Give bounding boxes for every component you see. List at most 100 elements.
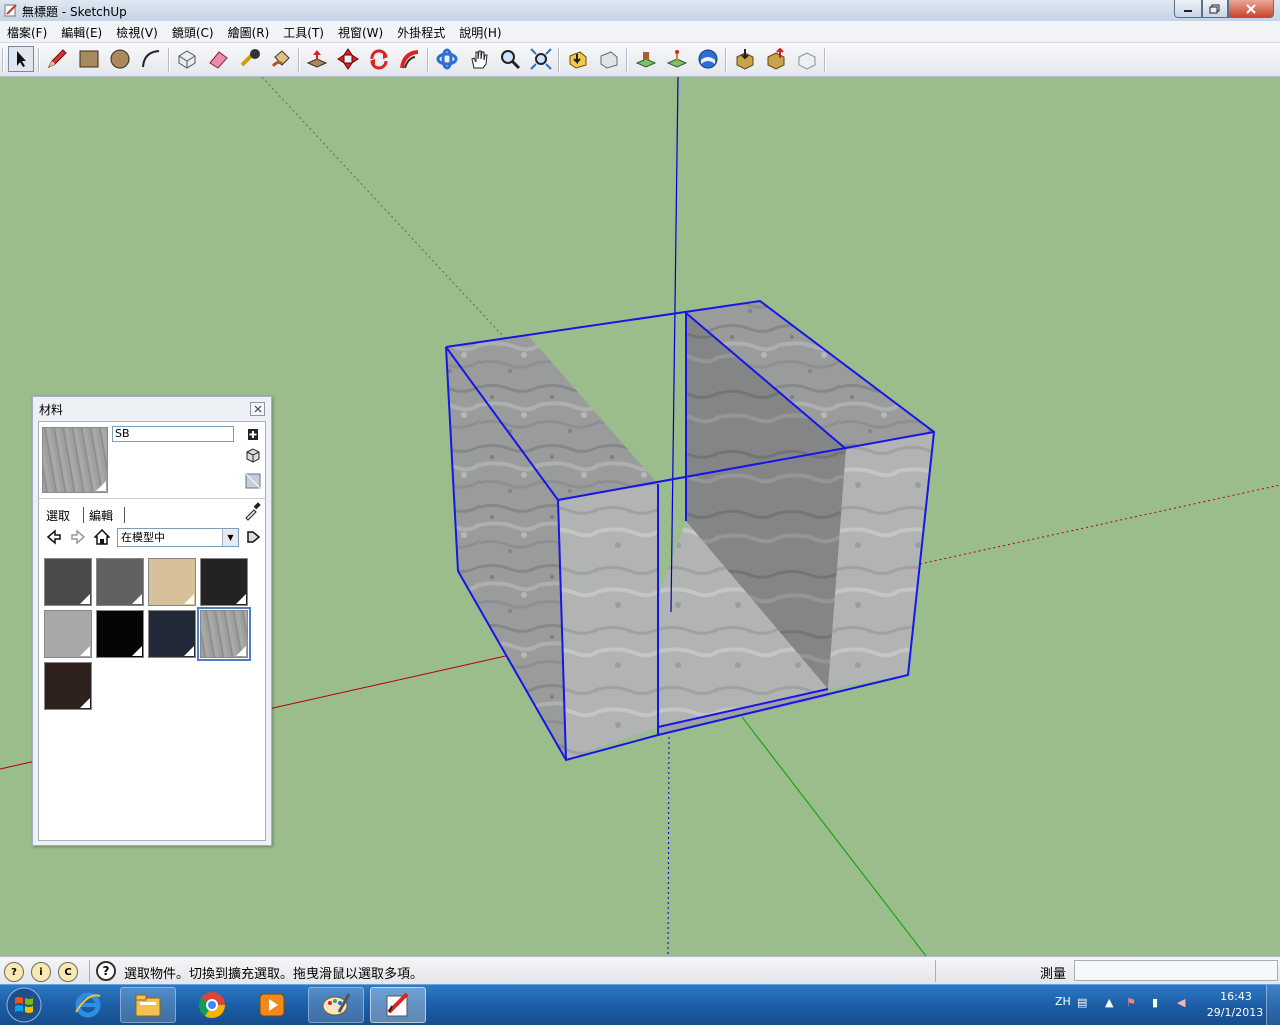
materials-tabs: 選取 編輯	[39, 498, 265, 523]
material-swatch[interactable]	[44, 610, 92, 658]
materials-panel: 材料 選取 編輯	[32, 396, 272, 846]
instructor-help-icon[interactable]: ?	[96, 961, 116, 981]
library-dropdown[interactable]: 在模型中 ▼	[117, 528, 239, 547]
push-pull-tool[interactable]	[304, 46, 330, 72]
zoom-tool[interactable]	[497, 46, 523, 72]
circle-icon	[110, 49, 130, 69]
user-account-icon[interactable]: C	[58, 962, 78, 982]
circle-tool[interactable]	[107, 46, 133, 72]
rotate-tool[interactable]	[366, 46, 392, 72]
menu-tools[interactable]: 工具(T)	[276, 21, 331, 42]
menu-help[interactable]: 說明(H)	[452, 21, 508, 42]
add-location-tool[interactable]	[633, 46, 659, 72]
measurements-input[interactable]	[1074, 960, 1278, 981]
left-wall-front-face[interactable]	[558, 484, 658, 760]
menu-window[interactable]: 視窗(W)	[331, 21, 390, 42]
move-tool[interactable]	[335, 46, 361, 72]
material-swatch-selected[interactable]	[197, 607, 251, 661]
materials-close-button[interactable]	[250, 402, 265, 416]
volume-muted-icon[interactable]: ◀	[1177, 996, 1185, 1009]
toggle-terrain-tool[interactable]	[664, 46, 690, 72]
rectangle-tool[interactable]	[76, 46, 102, 72]
minimize-button[interactable]	[1174, 0, 1202, 18]
menu-edit[interactable]: 編輯(E)	[54, 21, 109, 42]
taskbar-media-player[interactable]	[244, 987, 300, 1023]
show-hidden-icons-icon[interactable]: ▲	[1105, 996, 1113, 1009]
eraser-icon	[209, 51, 228, 69]
start-button[interactable]	[2, 986, 46, 1024]
arc-tool[interactable]	[138, 46, 164, 72]
get-components-icon	[736, 49, 754, 70]
material-swatch[interactable]	[200, 558, 248, 606]
preview-google-earth-tool[interactable]	[695, 46, 721, 72]
tape-measure-tool[interactable]	[237, 46, 263, 72]
magnifier-icon	[501, 50, 521, 70]
close-icon	[1246, 3, 1256, 14]
forward-button[interactable]	[69, 528, 87, 546]
network-signal-icon[interactable]: ▮	[1152, 996, 1158, 1009]
display-secondary-button[interactable]	[244, 472, 262, 490]
share-model-icon	[600, 51, 618, 69]
share-model-tool[interactable]	[596, 46, 622, 72]
select-tool[interactable]	[8, 46, 34, 72]
credits-icon[interactable]: i	[31, 962, 51, 982]
follow-me-tool[interactable]	[397, 46, 423, 72]
media-player-icon	[259, 993, 285, 1017]
eraser-tool[interactable]	[205, 46, 231, 72]
close-icon	[254, 405, 261, 413]
back-button[interactable]	[45, 528, 63, 546]
show-desktop-button[interactable]	[1266, 985, 1280, 1025]
material-swatch[interactable]	[96, 558, 144, 606]
share-component-tool[interactable]	[763, 46, 789, 72]
create-material-button[interactable]	[244, 424, 262, 442]
taskbar-internet-explorer[interactable]	[60, 987, 116, 1023]
minimize-icon	[1184, 9, 1192, 12]
clock-date[interactable]: 29/1/2013	[1202, 1006, 1268, 1019]
material-swatch[interactable]	[148, 558, 196, 606]
taskbar-sketchup[interactable]	[370, 987, 426, 1023]
material-swatch[interactable]	[44, 558, 92, 606]
orbit-tool[interactable]	[434, 46, 460, 72]
language-indicator[interactable]: ZH	[1055, 995, 1071, 1008]
get-models-tool[interactable]	[565, 46, 591, 72]
keyboard-icon[interactable]: ▤	[1077, 996, 1087, 1009]
materials-panel-body: 選取 編輯 在模型中 ▼	[38, 421, 266, 841]
in-model-home-button[interactable]	[93, 528, 111, 546]
material-swatch[interactable]	[96, 610, 144, 658]
material-swatch[interactable]	[44, 662, 92, 710]
menu-plugins[interactable]: 外掛程式	[390, 21, 452, 42]
zoom-extents-tool[interactable]	[528, 46, 554, 72]
extension-warehouse-tool[interactable]	[794, 46, 820, 72]
measurements-label: 測量	[1040, 967, 1067, 982]
axis-blue-dotted	[667, 736, 670, 956]
windows-logo-icon	[6, 987, 42, 1023]
menu-camera[interactable]: 鏡頭(C)	[165, 21, 221, 42]
material-swatch[interactable]	[148, 610, 196, 658]
taskbar-chrome[interactable]	[184, 987, 240, 1023]
menu-file[interactable]: 檔案(F)	[0, 21, 54, 42]
close-button[interactable]	[1228, 0, 1274, 18]
material-name-input[interactable]	[112, 426, 234, 442]
default-material-button[interactable]	[244, 446, 262, 464]
menu-draw[interactable]: 繪圖(R)	[221, 21, 277, 42]
google-earth-icon	[698, 49, 718, 69]
restore-button[interactable]	[1202, 0, 1228, 18]
action-center-flag-icon[interactable]: ⚑	[1126, 996, 1136, 1009]
menu-view[interactable]: 檢視(V)	[109, 21, 165, 42]
pan-tool[interactable]	[466, 46, 492, 72]
sample-paint-button[interactable]	[242, 501, 262, 521]
clock-time[interactable]: 16:43	[1210, 990, 1262, 1003]
tab-edit[interactable]: 編輯	[89, 507, 113, 524]
get-components-tool[interactable]	[732, 46, 758, 72]
add-location-icon	[635, 52, 657, 68]
details-button[interactable]	[244, 528, 262, 546]
taskbar-paint[interactable]	[308, 987, 364, 1023]
paint-bucket-tool[interactable]	[268, 46, 294, 72]
line-tool[interactable]	[44, 46, 70, 72]
geo-location-icon[interactable]: ?	[4, 962, 24, 982]
status-hint-text: 選取物件。切換到擴充選取。拖曳滑鼠以選取多項。	[124, 967, 424, 982]
main-toolbar	[0, 43, 1280, 77]
tab-select[interactable]: 選取	[46, 507, 70, 524]
make-component-tool[interactable]	[174, 46, 200, 72]
taskbar-file-explorer[interactable]	[120, 987, 176, 1023]
